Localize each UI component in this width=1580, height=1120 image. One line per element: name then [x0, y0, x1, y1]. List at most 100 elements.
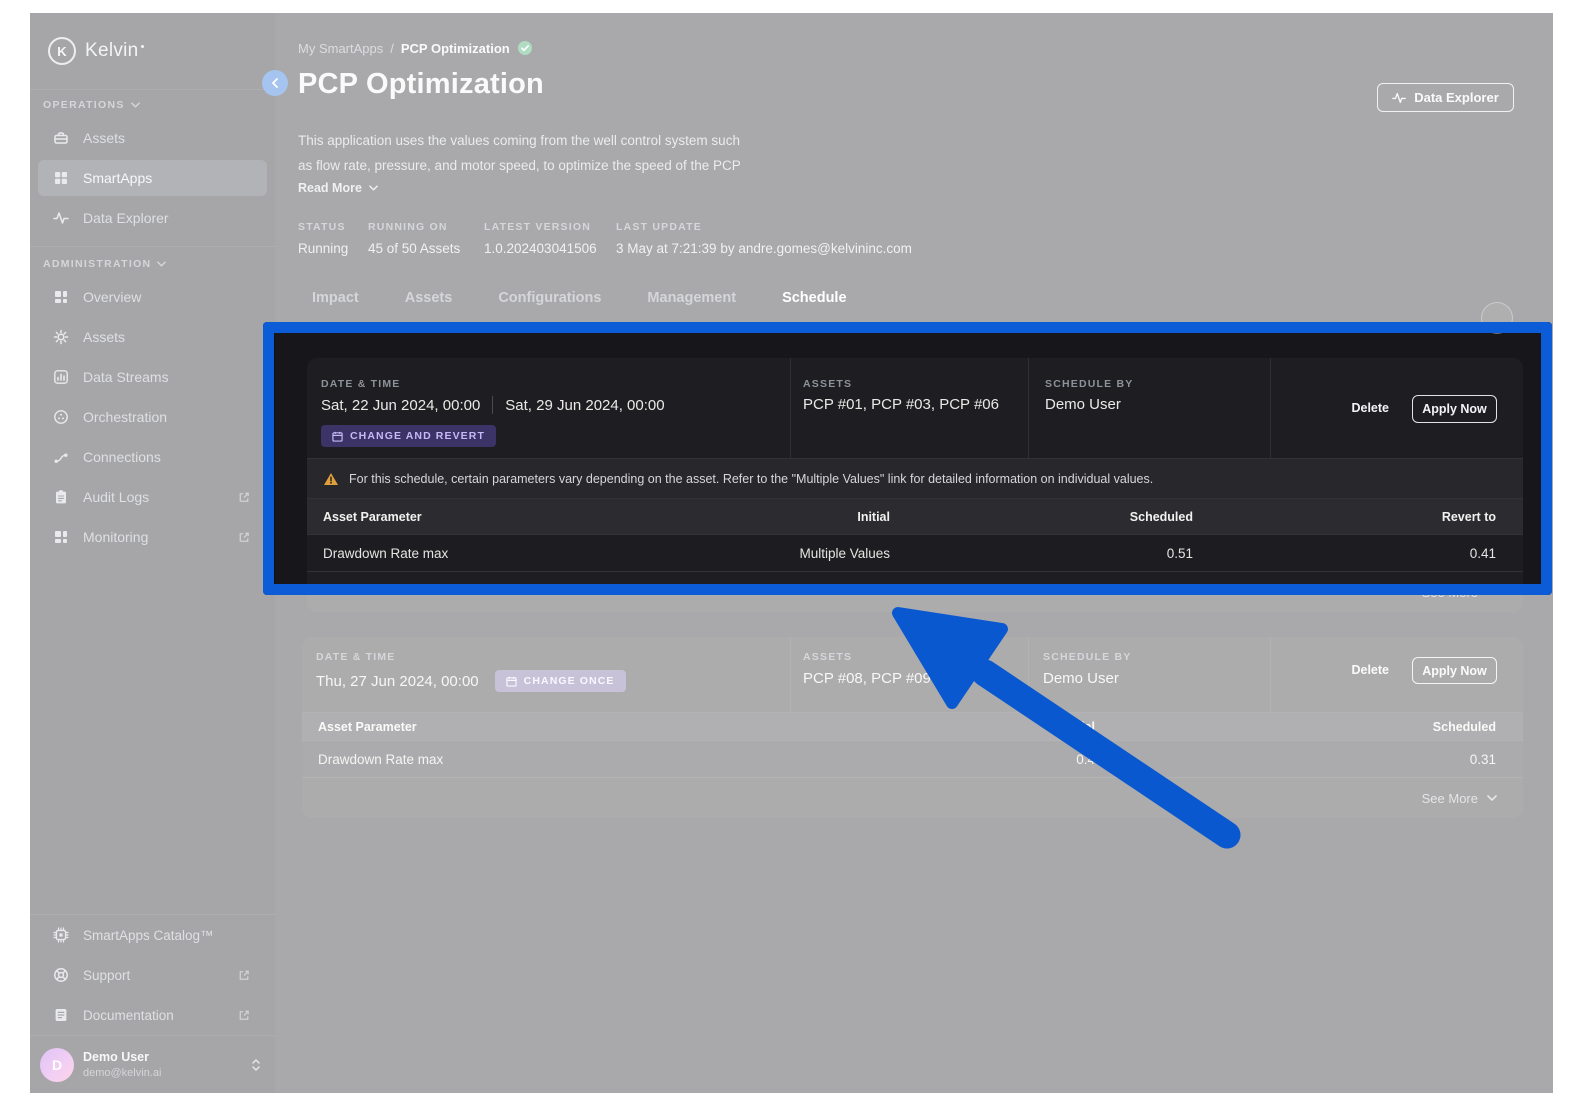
chevron-down-icon: [157, 261, 167, 267]
item-label: Data Explorer: [83, 210, 169, 226]
data-explorer-button[interactable]: Data Explorer: [1377, 83, 1514, 112]
change-once-badge[interactable]: CHANGE ONCE: [494, 670, 626, 692]
calendar-icon: [332, 431, 343, 442]
sidebar-item-data-streams[interactable]: Data Streams: [38, 359, 267, 395]
sidebar-footer: SmartApps Catalog™ Support Documentation…: [30, 914, 275, 1093]
item-label: SmartApps Catalog™: [83, 927, 214, 943]
delete-button[interactable]: Delete: [1351, 401, 1389, 415]
item-label: Assets: [83, 329, 126, 345]
sidebar-section-operations[interactable]: OPERATIONS: [30, 98, 275, 112]
latest-version-label: LATEST VERSION: [484, 221, 592, 233]
see-more-label: See More: [1421, 790, 1478, 806]
sidebar-item-smartapps-catalog[interactable]: SmartApps Catalog™: [30, 915, 275, 955]
schedule-card-1-header: DATE & TIME Sat, 22 Jun 2024, 00:00 Sat,…: [307, 358, 1523, 458]
external-link-icon: [236, 531, 252, 544]
scroll-hint-circle[interactable]: [1481, 302, 1513, 334]
breadcrumb-current: PCP Optimization: [400, 40, 510, 56]
sidebar-item-assets[interactable]: Assets: [38, 120, 267, 156]
item-label: SmartApps: [83, 170, 153, 186]
sidebar-item-data-explorer[interactable]: Data Explorer: [38, 200, 267, 236]
change-and-revert-badge[interactable]: CHANGE AND REVERT: [321, 425, 496, 447]
schedule-by-label: SCHEDULE BY: [1043, 651, 1132, 663]
cell-scheduled: 0.31: [1469, 751, 1496, 767]
clipboard-icon: [53, 489, 69, 505]
external-link-icon: [236, 1009, 252, 1022]
brand-logo: K Kelvin: [30, 13, 275, 90]
section-label: ADMINISTRATION: [43, 258, 152, 270]
sidebar-item-monitoring[interactable]: Monitoring: [38, 519, 267, 555]
last-update-label: LAST UPDATE: [616, 221, 702, 233]
operations-items: Assets SmartApps Data Explorer: [30, 120, 275, 236]
chevron-down-icon: [1487, 589, 1497, 595]
breadcrumb-root[interactable]: My SmartApps: [298, 41, 383, 56]
app-description: This application uses the values coming …: [298, 128, 741, 178]
chevron-down-icon: [1487, 795, 1497, 801]
cell-parameter: Drawdown Rate max: [318, 751, 444, 767]
sidebar-item-audit-logs[interactable]: Audit Logs: [38, 479, 267, 515]
item-label: Support: [83, 967, 131, 983]
sidebar-collapse-button[interactable]: [262, 70, 288, 96]
col-asset-parameter: Asset Parameter: [323, 509, 422, 524]
app-window: K Kelvin OPERATIONS Assets SmartApps Dat…: [30, 13, 1553, 1093]
section-label: OPERATIONS: [43, 99, 125, 111]
date-start: Thu, 27 Jun 2024, 00:00: [316, 672, 479, 690]
cell-scheduled: 0.51: [1166, 545, 1193, 561]
sidebar: K Kelvin OPERATIONS Assets SmartApps Dat…: [30, 13, 275, 1093]
cell-parameter: Drawdown Rate max: [323, 545, 449, 561]
parameters-table-header: Asset Parameter Initial Scheduled Revert…: [307, 498, 1523, 534]
item-label: Overview: [83, 289, 142, 305]
lifebuoy-icon: [53, 967, 69, 983]
description-line: This application uses the values coming …: [298, 133, 740, 148]
see-more-toggle[interactable]: See More: [302, 777, 1523, 818]
sidebar-item-orchestration[interactable]: Orchestration: [38, 399, 267, 435]
tab-impact[interactable]: Impact: [312, 290, 359, 306]
cell-initial: 0.4: [1076, 751, 1095, 767]
sidebar-item-smartapps[interactable]: SmartApps: [38, 160, 267, 196]
tab-configurations[interactable]: Configurations: [498, 290, 601, 306]
status-label: STATUS: [298, 221, 346, 233]
apply-now-button[interactable]: Apply Now: [1412, 395, 1497, 423]
schedule-card-2: DATE & TIME Thu, 27 Jun 2024, 00:00 CHAN…: [302, 637, 1523, 818]
read-more-toggle[interactable]: Read More: [298, 181, 378, 195]
external-link-icon: [236, 969, 252, 982]
sidebar-item-documentation[interactable]: Documentation: [30, 995, 275, 1035]
date-time-value: Thu, 27 Jun 2024, 00:00 CHANGE ONCE: [316, 670, 626, 692]
delete-button[interactable]: Delete: [1351, 663, 1389, 677]
col-scheduled: Scheduled: [1129, 509, 1193, 524]
cell-initial-multiple-values-link[interactable]: Multiple Values: [650, 546, 890, 561]
user-menu[interactable]: D Demo User demo@kelvin.ai: [30, 1035, 275, 1093]
sidebar-item-support[interactable]: Support: [30, 955, 275, 995]
document-icon: [53, 1007, 69, 1023]
tab-assets[interactable]: Assets: [405, 290, 453, 306]
gear-icon: [53, 329, 69, 345]
chevron-down-icon: [130, 102, 140, 108]
item-label: Data Streams: [83, 369, 169, 385]
avatar: D: [40, 1047, 74, 1082]
apply-now-button[interactable]: Apply Now: [1412, 657, 1497, 684]
schedule-by-value: Demo User: [1045, 396, 1121, 413]
user-meta: Demo User demo@kelvin.ai: [83, 1050, 161, 1079]
brand-name: Kelvin: [85, 40, 139, 61]
see-more-toggle[interactable]: See More: [307, 571, 1523, 612]
check-circle-icon: [517, 40, 533, 56]
column-divider: [790, 358, 791, 458]
tab-schedule[interactable]: Schedule: [782, 290, 846, 306]
item-label: Monitoring: [83, 529, 149, 545]
col-initial: Initial: [1062, 719, 1095, 734]
pulse-icon: [1392, 91, 1406, 105]
sidebar-item-connections[interactable]: Connections: [38, 439, 267, 475]
tab-management[interactable]: Management: [647, 290, 736, 306]
warning-triangle-icon: [323, 472, 339, 486]
toolbox-icon: [53, 130, 69, 146]
table-row: Drawdown Rate max Multiple Values 0.51 0…: [307, 534, 1523, 571]
up-down-chevron-icon[interactable]: [251, 1058, 261, 1072]
bar-chart-icon: [53, 369, 69, 385]
tab-bar: Impact Assets Configurations Management …: [312, 290, 847, 306]
date-end: Sat, 29 Jun 2024, 00:00: [505, 396, 665, 414]
sidebar-item-overview[interactable]: Overview: [38, 279, 267, 315]
sidebar-section-administration[interactable]: ADMINISTRATION: [30, 257, 275, 271]
sidebar-item-admin-assets[interactable]: Assets: [38, 319, 267, 355]
table-row: Drawdown Rate max 0.4 0.31: [302, 740, 1523, 777]
item-label: Documentation: [83, 1007, 174, 1023]
logo-trademark-dot: [140, 44, 144, 48]
